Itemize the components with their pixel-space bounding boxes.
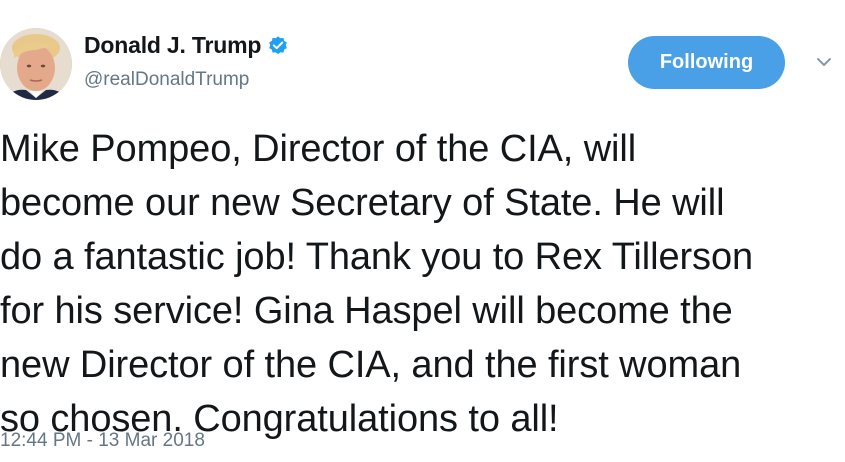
chevron-down-icon[interactable] xyxy=(812,53,836,71)
author-name-row: Donald J. Trump xyxy=(84,32,289,59)
tweet-card: Donald J. Trump @realDonaldTrump Followi… xyxy=(0,0,845,462)
author-display-name[interactable]: Donald J. Trump xyxy=(84,32,261,59)
tweet-timestamp[interactable]: 12:44 PM - 13 Mar 2018 xyxy=(0,430,205,452)
avatar[interactable] xyxy=(0,28,72,100)
verified-badge-icon xyxy=(267,35,289,57)
author-handle[interactable]: @realDonaldTrump xyxy=(84,69,249,91)
avatar-image xyxy=(0,28,72,100)
tweet-text: Mike Pompeo, Director of the CIA, will b… xyxy=(0,128,754,440)
following-button[interactable]: Following xyxy=(628,36,785,89)
